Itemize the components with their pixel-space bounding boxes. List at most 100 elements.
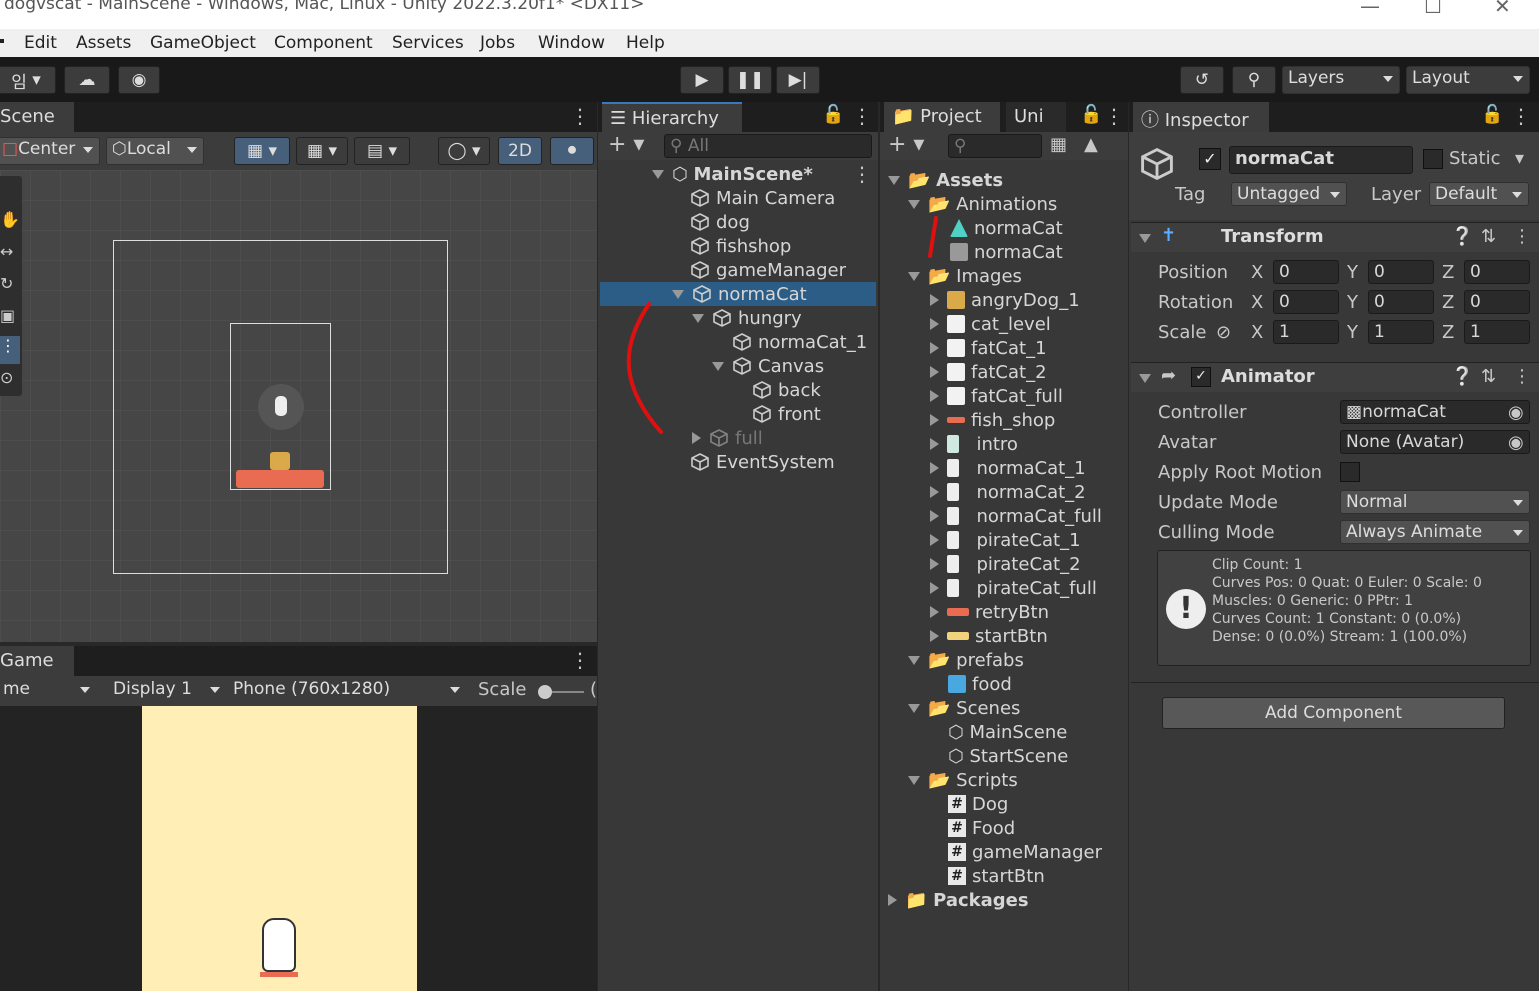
grid-icon[interactable]: ▦ ▾ [296,137,348,165]
add-component-button[interactable]: Add Component [1162,697,1505,729]
expand-icon[interactable] [930,366,939,378]
constrain-proportions-icon[interactable]: ⊘ [1216,322,1231,343]
apply-root-motion-checkbox[interactable] [1340,462,1360,482]
rotation-x-input[interactable]: 0 [1273,290,1339,314]
lock-icon[interactable]: 🔓 [1481,104,1503,125]
preset-icon[interactable]: ⇅ [1481,226,1496,247]
layout-dropdown[interactable]: Layout [1406,66,1530,94]
project-folder-images[interactable]: 📂 Images [908,264,1022,288]
expand-icon[interactable] [652,169,664,179]
scale-y-input[interactable]: 1 [1368,320,1434,344]
hierarchy-item-eventsystem[interactable]: EventSystem [690,450,835,474]
play-button[interactable]: ▶ [680,66,724,94]
scale-z-input[interactable]: 1 [1464,320,1530,344]
space-dropdown[interactable]: ⬡Local [106,137,204,165]
layer-dropdown[interactable]: Default [1429,182,1529,206]
project-folder-assets[interactable]: 📂 Assets [888,168,1003,192]
expand-icon[interactable] [908,271,920,281]
project-item-script[interactable]: # Food [948,816,1015,840]
close-icon[interactable]: ✕ [1494,0,1511,18]
expand-icon[interactable] [930,414,939,426]
mode-2d-button[interactable]: 2D [498,137,542,165]
avatar-field[interactable]: None (Avatar) [1340,430,1530,454]
object-picker-icon[interactable]: ◉ [1508,432,1524,453]
component-menu-icon[interactable]: ⋮ [1513,226,1531,247]
expand-icon[interactable] [930,510,939,522]
menu-assets[interactable]: Assets [76,33,131,53]
project-item-image[interactable]: fatCat_2 [930,360,1047,384]
dog-sprite[interactable] [270,452,290,470]
scene-menu-icon[interactable]: ⋮ [852,162,872,186]
project-item-scene[interactable]: ⬡ StartScene [948,744,1068,768]
expand-icon[interactable] [1139,374,1151,383]
lock-icon[interactable]: 🔓 [1080,104,1102,125]
scene-view[interactable]: ✋ ↔ ↻ ▣ ⋮ ⊙ [0,170,597,642]
project-item-image[interactable]: fatCat_1 [930,336,1047,360]
menu-gameobject[interactable]: GameObject [150,33,256,53]
position-y-input[interactable]: 0 [1368,260,1434,284]
expand-icon[interactable] [930,630,939,642]
resolution-dropdown[interactable]: Phone (760x1280) [228,678,466,702]
project-item-image[interactable]: normaCat_2 [930,480,1086,504]
rect-tool-icon[interactable]: ⋮ [0,336,20,364]
search-icon[interactable]: ⚲ [1232,66,1276,94]
move-tool-icon[interactable]: ↔ [0,242,20,270]
expand-icon[interactable] [888,175,900,185]
tab-scene[interactable]: Scene [0,102,74,132]
rotation-y-input[interactable]: 0 [1368,290,1434,314]
expand-icon[interactable] [908,775,920,785]
project-item-image[interactable]: fatCat_full [930,384,1063,408]
expand-icon[interactable] [692,313,704,323]
project-add-button[interactable]: + ▾ [888,132,924,157]
hierarchy-search-input[interactable]: ⚲ All [664,134,872,158]
position-z-input[interactable]: 0 [1464,260,1530,284]
game-view-dropdown[interactable]: me [0,678,96,702]
search-by-type-icon[interactable]: ▦ [1050,134,1067,155]
component-menu-icon[interactable]: ⋮ [1513,366,1531,387]
display-dropdown[interactable]: Display 1 [108,678,226,702]
lock-icon[interactable]: 🔓 [822,104,844,125]
rotation-z-input[interactable]: 0 [1464,290,1530,314]
project-item-image[interactable]: startBtn [930,624,1048,648]
help-icon[interactable]: ❔ [1451,366,1473,387]
expand-icon[interactable] [1139,234,1151,243]
expand-icon[interactable] [712,361,724,371]
expand-icon[interactable] [930,342,939,354]
update-mode-dropdown[interactable]: Normal [1340,490,1530,514]
filter-icon[interactable]: ▲ [1084,134,1098,155]
cloud-icon[interactable]: ☁ [64,66,110,94]
project-folder-prefabs[interactable]: 📂 prefabs [908,648,1024,672]
tab-unity-version[interactable]: Uni [1006,102,1066,132]
tag-dropdown[interactable]: Untagged [1231,182,1347,206]
expand-icon[interactable] [908,655,920,665]
project-folder-animations[interactable]: 📂 Animations [908,192,1057,216]
cat-sprite[interactable] [258,384,304,430]
expand-icon[interactable] [930,318,939,330]
project-item-image[interactable]: normaCat_1 [930,456,1086,480]
project-item-prefab[interactable]: food [948,672,1012,696]
project-item-image[interactable]: intro [930,432,1018,456]
scene-menu-icon[interactable]: ⋮ [570,104,590,128]
menu-component[interactable]: Component [274,33,373,53]
project-item-scene[interactable]: ⬡ MainScene [948,720,1067,744]
animator-header[interactable]: ➦ ✓ Animator ❔ ⇅ ⋮ [1131,362,1539,392]
project-search-input[interactable]: ⚲ [948,134,1042,158]
static-checkbox[interactable] [1423,149,1443,169]
static-dropdown-icon[interactable]: ▾ [1515,148,1524,169]
project-item-anim-clip[interactable]: normaCat [950,216,1063,240]
menu-edit[interactable]: Edit [24,33,57,53]
scale-slider[interactable] [538,685,584,699]
hierarchy-item-gamemanager[interactable]: gameManager [690,258,846,282]
object-name-input[interactable]: normaCat [1229,146,1413,174]
history-icon[interactable]: ↺ [1180,66,1224,94]
tab-hierarchy[interactable]: ☰ Hierarchy [602,102,742,132]
project-item-script[interactable]: # Dog [948,792,1008,816]
project-folder-scripts[interactable]: 📂 Scripts [908,768,1018,792]
hierarchy-item-fishshop[interactable]: fishshop [690,234,791,258]
expand-icon[interactable] [672,289,684,299]
project-item-script[interactable]: # startBtn [948,864,1045,888]
project-menu-icon[interactable]: ⋮ [1104,104,1124,128]
project-folder-packages[interactable]: 📁 Packages [888,888,1029,912]
hierarchy-scene-row[interactable]: ⬡ MainScene* [652,162,813,186]
step-button[interactable]: ▶| [776,66,820,94]
